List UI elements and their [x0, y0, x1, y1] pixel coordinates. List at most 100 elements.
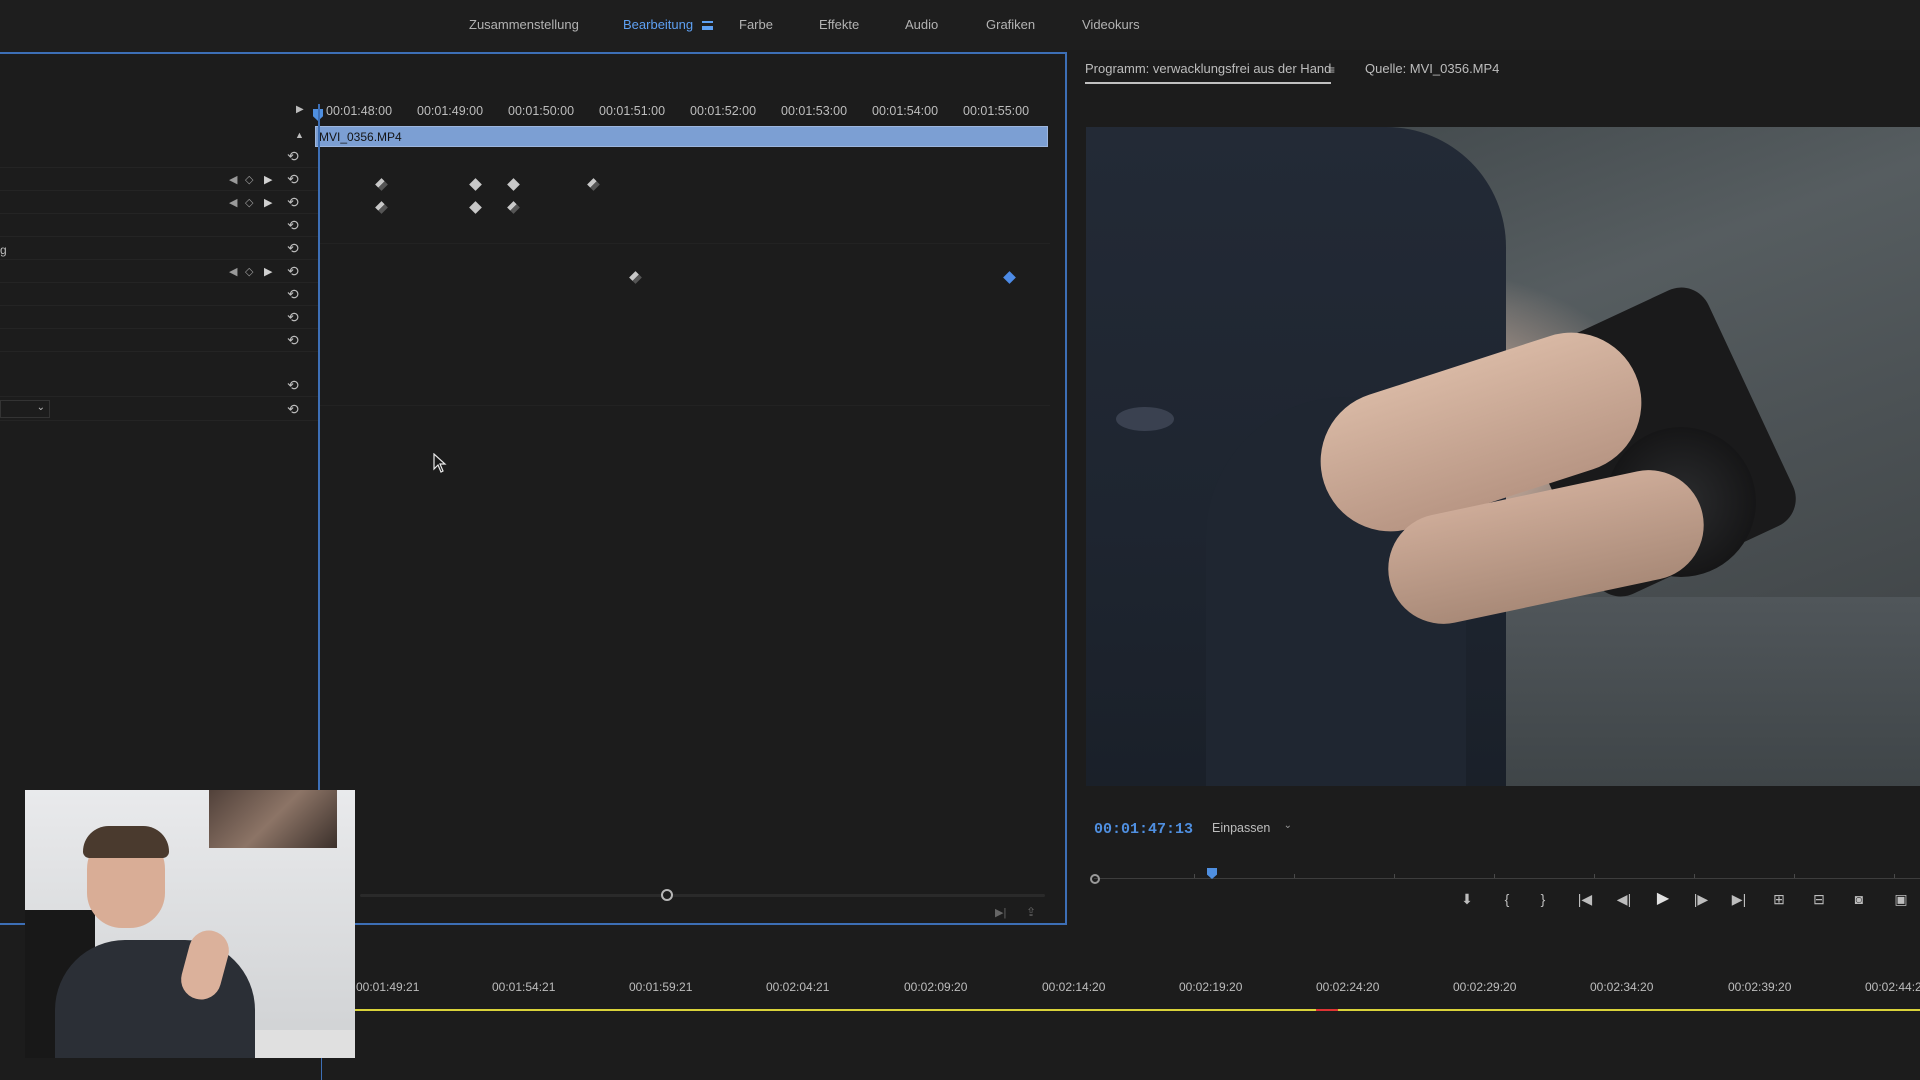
scrubber-tick: [1594, 874, 1595, 878]
timeline-time: 00:02:44:2: [1865, 980, 1920, 994]
add-keyframe-icon[interactable]: ◇: [245, 173, 253, 186]
zoom-select-value: Einpassen: [1212, 821, 1271, 835]
property-row: ⟲: [0, 283, 318, 306]
next-keyframe-icon[interactable]: ▶: [264, 265, 272, 278]
workspace-tab-effekte[interactable]: Effekte: [819, 17, 859, 32]
zoom-handle[interactable]: [661, 889, 673, 901]
program-scrubber[interactable]: [1090, 868, 1920, 884]
filter-icon[interactable]: ▶|: [995, 906, 1006, 919]
mark-out-icon[interactable]: }: [1530, 888, 1556, 910]
work-area-bar[interactable]: [355, 1009, 1920, 1011]
video-frame: [1086, 127, 1920, 786]
step-forward-icon[interactable]: |▶: [1688, 888, 1714, 910]
clip-bar[interactable]: MVI_0356.MP4: [315, 126, 1048, 147]
next-keyframe-icon[interactable]: ▶: [264, 196, 272, 209]
scrubber-tick: [1194, 874, 1195, 878]
keyframe[interactable]: [507, 201, 520, 214]
export-icon[interactable]: ⇪: [1026, 905, 1036, 919]
tab-source[interactable]: Quelle: MVI_0356.MP4: [1365, 61, 1499, 76]
property-label: g: [0, 243, 7, 257]
property-row: ◀ ◇ ▶ ⟲: [0, 168, 318, 191]
scrubber-tick: [1494, 874, 1495, 878]
export-frame-icon[interactable]: ◙: [1846, 888, 1872, 910]
divider: [320, 243, 1050, 244]
render-bar: [1316, 1009, 1338, 1011]
add-keyframe-icon[interactable]: ◇: [245, 196, 253, 209]
play-icon[interactable]: ▶: [1650, 888, 1676, 910]
property-dropdown[interactable]: ⌄: [0, 400, 50, 418]
property-row: ◀ ◇ ▶ ⟲: [0, 260, 318, 283]
collapse-icon[interactable]: ▲: [295, 130, 304, 140]
workspace-tab-audio[interactable]: Audio: [905, 17, 938, 32]
timeline-time: 00:02:39:20: [1728, 980, 1792, 994]
ruler-time: 00:01:51:00: [599, 104, 666, 118]
workspace-tab-grafiken[interactable]: Grafiken: [986, 17, 1035, 32]
tab-program[interactable]: Programm: verwacklungsfrei aus der Hand: [1085, 61, 1332, 84]
timeline-time: 00:01:49:21: [356, 980, 420, 994]
property-row: g ⟲: [0, 237, 318, 260]
chevron-down-icon: ⌄: [36, 402, 45, 413]
keyframe[interactable]: [469, 201, 482, 214]
scrubber-tick: [1694, 874, 1695, 878]
workspace-tab-videokurs[interactable]: Videokurs: [1082, 17, 1140, 32]
reset-icon[interactable]: ⟲: [287, 172, 303, 186]
reset-icon[interactable]: ⟲: [287, 333, 303, 347]
button-editor-icon[interactable]: ▣: [1888, 888, 1914, 910]
workspace-tab-zusammenstellung[interactable]: Zusammenstellung: [469, 17, 579, 32]
overwrite-icon[interactable]: ⊟: [1806, 888, 1832, 910]
ruler-time: 00:01:49:00: [417, 104, 484, 118]
timeline-time: 00:02:19:20: [1179, 980, 1243, 994]
marker-icon[interactable]: ⬇: [1454, 888, 1480, 910]
keyframe-selected[interactable]: [1003, 271, 1016, 284]
go-to-out-icon[interactable]: ▶|: [1726, 888, 1752, 910]
ruler-time: 00:01:55:00: [963, 104, 1030, 118]
property-row: ⟲: [0, 306, 318, 329]
reset-icon[interactable]: ⟲: [287, 241, 303, 255]
reset-icon[interactable]: ⟲: [287, 195, 303, 209]
reset-icon[interactable]: ⟲: [287, 218, 303, 232]
video-coat-button: [1116, 407, 1174, 431]
reset-icon[interactable]: ⟲: [287, 402, 303, 416]
reset-icon[interactable]: ⟲: [287, 287, 303, 301]
zoom-scrollbar[interactable]: [360, 894, 1045, 897]
timeline-time: 00:02:04:21: [766, 980, 830, 994]
prev-keyframe-icon[interactable]: ◀: [229, 173, 237, 186]
prev-keyframe-icon[interactable]: ◀: [229, 265, 237, 278]
scrubber-start-handle[interactable]: [1090, 874, 1100, 884]
menu-icon[interactable]: ≡: [1328, 63, 1335, 77]
keyframe[interactable]: [375, 178, 388, 191]
reset-icon[interactable]: ⟲: [287, 264, 303, 278]
zoom-select[interactable]: Einpassen ⌄: [1206, 818, 1298, 838]
reset-icon[interactable]: ⟲: [287, 310, 303, 324]
play-audio-icon[interactable]: ▶: [296, 104, 304, 115]
prev-keyframe-icon[interactable]: ◀: [229, 196, 237, 209]
go-to-in-icon[interactable]: |◀: [1572, 888, 1598, 910]
scrubber-tick: [1394, 874, 1395, 878]
reset-icon[interactable]: ⟲: [287, 378, 303, 392]
next-keyframe-icon[interactable]: ▶: [264, 173, 272, 186]
clip-name: MVI_0356.MP4: [319, 130, 402, 144]
property-row: ⟲: [0, 374, 318, 397]
keyframe[interactable]: [469, 178, 482, 191]
workspace-tab-bearbeitung[interactable]: Bearbeitung: [623, 17, 693, 32]
timeline-time: 00:02:09:20: [904, 980, 968, 994]
step-back-icon[interactable]: ◀|: [1611, 888, 1637, 910]
mark-in-icon[interactable]: {: [1494, 888, 1520, 910]
reset-icon[interactable]: ⟲: [287, 149, 303, 163]
keyframe[interactable]: [507, 178, 520, 191]
workspace-tab-farbe[interactable]: Farbe: [739, 17, 773, 32]
timeline-time: 00:02:14:20: [1042, 980, 1106, 994]
property-row: ⟲: [0, 145, 318, 168]
ruler-time: 00:01:50:00: [508, 104, 575, 118]
keyframe[interactable]: [375, 201, 388, 214]
scrubber-tick: [1894, 874, 1895, 878]
webcam-person-hair: [83, 826, 169, 858]
insert-icon[interactable]: ⊞: [1766, 888, 1792, 910]
keyframe[interactable]: [629, 271, 642, 284]
workspace-menu-icon[interactable]: [702, 21, 713, 30]
timecode[interactable]: 00:01:47:13: [1094, 821, 1193, 838]
keyframe[interactable]: [587, 178, 600, 191]
property-row: ⌄ ⟲: [0, 398, 318, 421]
scrubber-tick: [1294, 874, 1295, 878]
add-keyframe-icon[interactable]: ◇: [245, 265, 253, 278]
